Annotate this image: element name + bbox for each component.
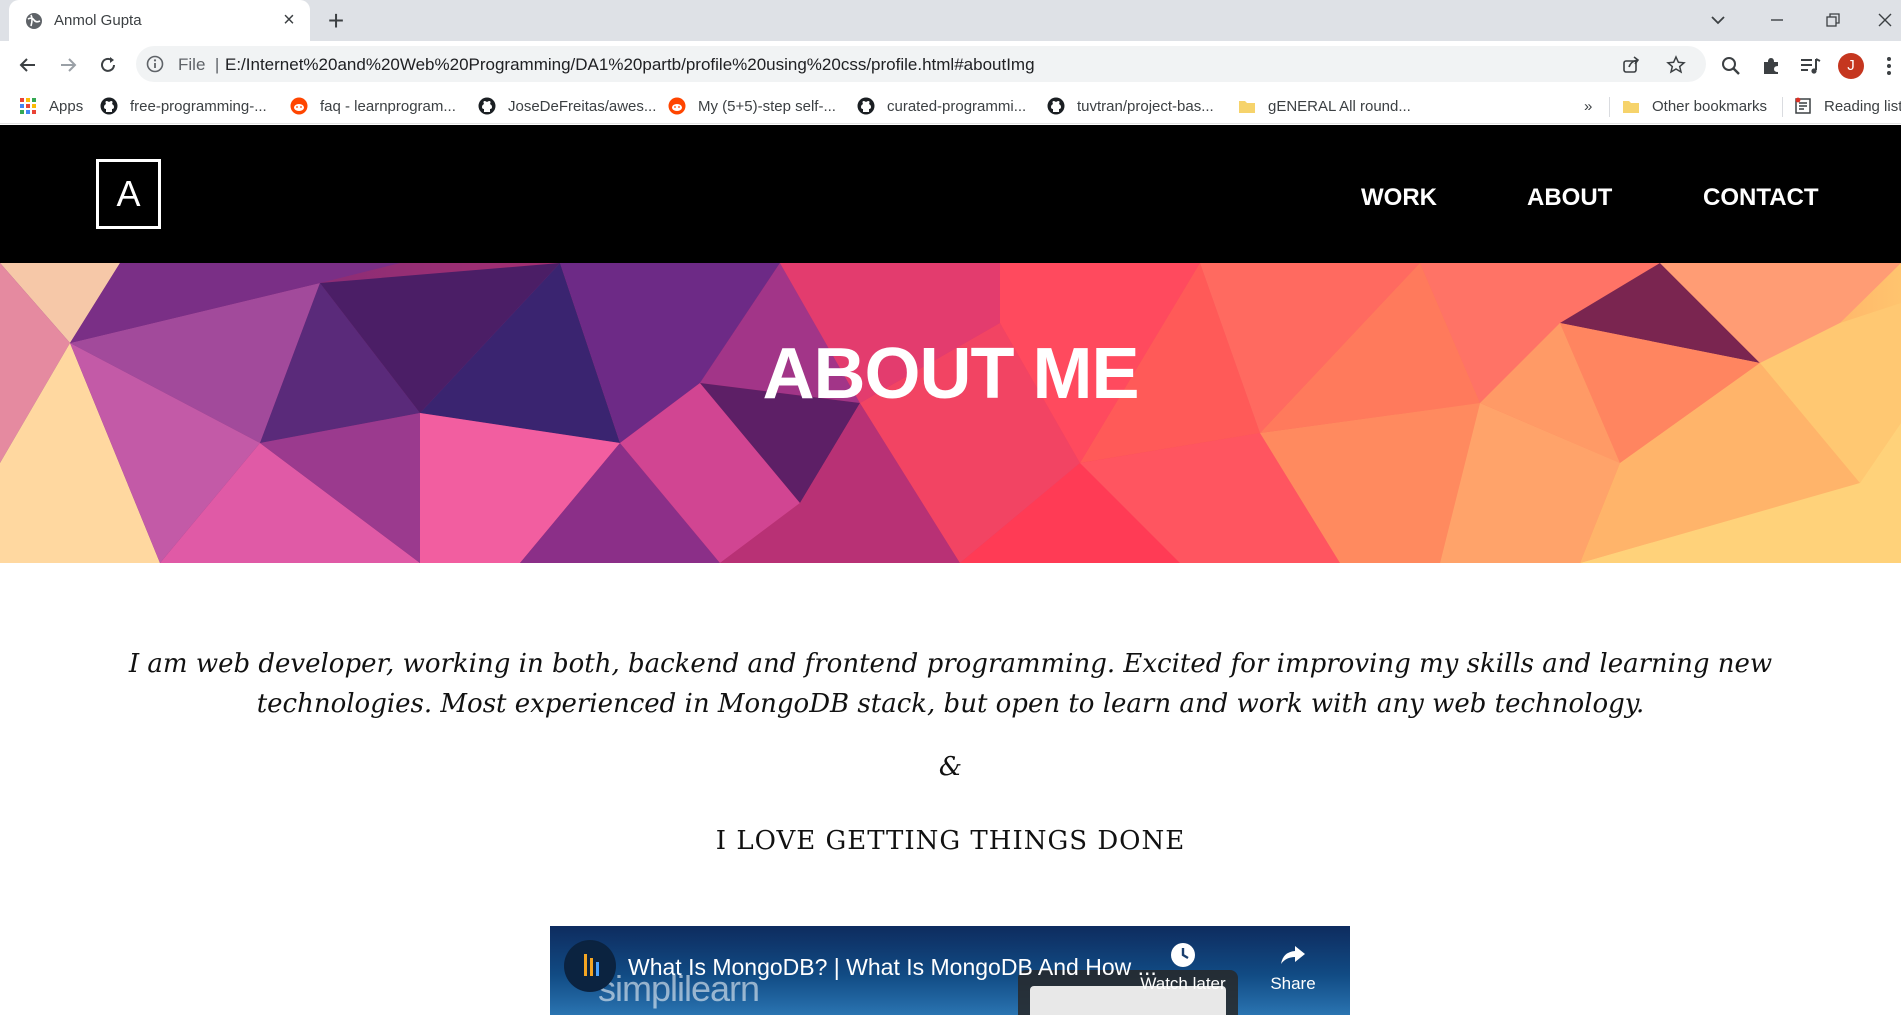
folder-icon	[1238, 97, 1256, 115]
bookmarks-bar: Apps free-programming-... faq - learnpro…	[0, 88, 1901, 124]
browser-tab[interactable]: Anmol Gupta ×	[9, 0, 310, 41]
reading-list-icon	[1794, 97, 1812, 115]
nav-contact-link[interactable]: CONTACT	[1703, 184, 1819, 212]
bookmark-label: gENERAL All round...	[1268, 97, 1411, 115]
other-bookmarks[interactable]: Other bookmarks	[1622, 96, 1767, 116]
hero-banner: ABOUT ME	[0, 263, 1901, 563]
share-video-button[interactable]: Share	[1248, 940, 1338, 994]
github-icon	[1047, 97, 1065, 115]
extensions-puzzle-icon[interactable]	[1758, 53, 1784, 79]
tab-close-icon[interactable]: ×	[279, 10, 299, 30]
bookmark-my-step-self[interactable]: My (5+5)-step self-...	[668, 96, 836, 116]
bookmark-faq-learnprogramming[interactable]: faq - learnprogram...	[290, 96, 456, 116]
reload-icon[interactable]	[94, 51, 122, 79]
video-title[interactable]: What Is MongoDB? | What Is MongoDB And H…	[628, 954, 1157, 981]
reading-list[interactable]: Reading list	[1794, 96, 1901, 116]
youtube-video-embed[interactable]: simplilearn What Is MongoDB? | What Is M…	[550, 926, 1350, 1015]
github-icon	[100, 97, 118, 115]
reddit-icon	[290, 97, 308, 115]
clock-icon	[1168, 940, 1198, 970]
watch-later-button[interactable]: Watch later	[1138, 940, 1228, 994]
ampersand-divider: &	[938, 752, 963, 782]
url-text[interactable]: E:/Internet%20and%20Web%20Programming/DA…	[225, 55, 1035, 75]
tab-strip: Anmol Gupta × +	[0, 0, 1901, 41]
site-header: A WORK ABOUT CONTACT	[0, 125, 1901, 263]
reddit-icon	[668, 97, 686, 115]
bookmark-label: Other bookmarks	[1652, 97, 1768, 115]
github-icon	[857, 97, 875, 115]
bookmark-label: faq - learnprogram...	[320, 97, 456, 115]
hero-title: ABOUT ME	[762, 334, 1140, 414]
url-scheme-label: File |	[178, 55, 220, 74]
more-bookmarks-chevron[interactable]: »	[1584, 96, 1592, 116]
media-playlist-icon[interactable]	[1797, 53, 1823, 79]
bookmark-josedefreitas[interactable]: JoseDeFreitas/awes...	[478, 96, 656, 116]
bookmark-label: Apps	[49, 97, 84, 115]
address-bar[interactable]: File | E:/Internet%20and%20Web%20Program…	[136, 46, 1706, 82]
bookmark-label: free-programming-...	[130, 97, 267, 115]
share-arrow-icon	[1278, 940, 1308, 970]
tab-search-chevron-icon[interactable]	[1703, 6, 1733, 34]
nav-about-link[interactable]: ABOUT	[1527, 184, 1612, 212]
bookmark-label: curated-programmi...	[887, 97, 1027, 115]
share-page-icon[interactable]	[1620, 54, 1642, 76]
globe-icon	[25, 12, 43, 30]
tagline: I LOVE GETTING THINGS DONE	[715, 826, 1186, 856]
site-logo[interactable]: A	[96, 159, 161, 229]
channel-avatar-icon[interactable]	[564, 940, 616, 992]
bookmark-star-icon[interactable]	[1665, 54, 1687, 76]
bookmark-tuvtran[interactable]: tuvtran/project-bas...	[1047, 96, 1214, 116]
minimize-icon[interactable]	[1762, 6, 1792, 34]
watch-later-label: Watch later	[1140, 974, 1226, 993]
bookmark-general-folder[interactable]: gENERAL All round...	[1238, 96, 1411, 116]
back-arrow-icon[interactable]	[14, 51, 42, 79]
about-paragraph: I am web developer, working in both, bac…	[128, 649, 1773, 719]
bookmarks-divider	[1782, 97, 1783, 117]
bookmark-label: Reading list	[1824, 97, 1901, 115]
bookmark-curated-programming[interactable]: curated-programmi...	[857, 96, 1026, 116]
github-icon	[478, 97, 496, 115]
apps-grid-icon	[19, 97, 37, 115]
browser-toolbar: File | E:/Internet%20and%20Web%20Program…	[0, 41, 1901, 88]
info-icon[interactable]	[146, 55, 164, 73]
forward-arrow-icon[interactable]	[54, 51, 82, 79]
share-label: Share	[1270, 974, 1316, 993]
bookmark-label: tuvtran/project-bas...	[1077, 97, 1214, 115]
bookmark-label: My (5+5)-step self-...	[698, 97, 836, 115]
more-menu-icon[interactable]	[1876, 53, 1901, 79]
restore-icon[interactable]	[1818, 6, 1848, 34]
search-icon[interactable]	[1718, 53, 1744, 79]
tab-title: Anmol Gupta	[54, 12, 142, 29]
bookmark-label: JoseDeFreitas/awes...	[508, 97, 657, 115]
window-close-icon[interactable]	[1870, 6, 1900, 34]
bookmarks-divider	[1609, 97, 1610, 117]
nav-work-link[interactable]: WORK	[1361, 184, 1437, 212]
profile-avatar[interactable]: J	[1838, 53, 1864, 79]
bookmark-free-programming[interactable]: free-programming-...	[100, 96, 267, 116]
folder-icon	[1622, 97, 1640, 115]
new-tab-button[interactable]: +	[322, 7, 350, 36]
bookmark-apps[interactable]: Apps	[19, 96, 83, 116]
